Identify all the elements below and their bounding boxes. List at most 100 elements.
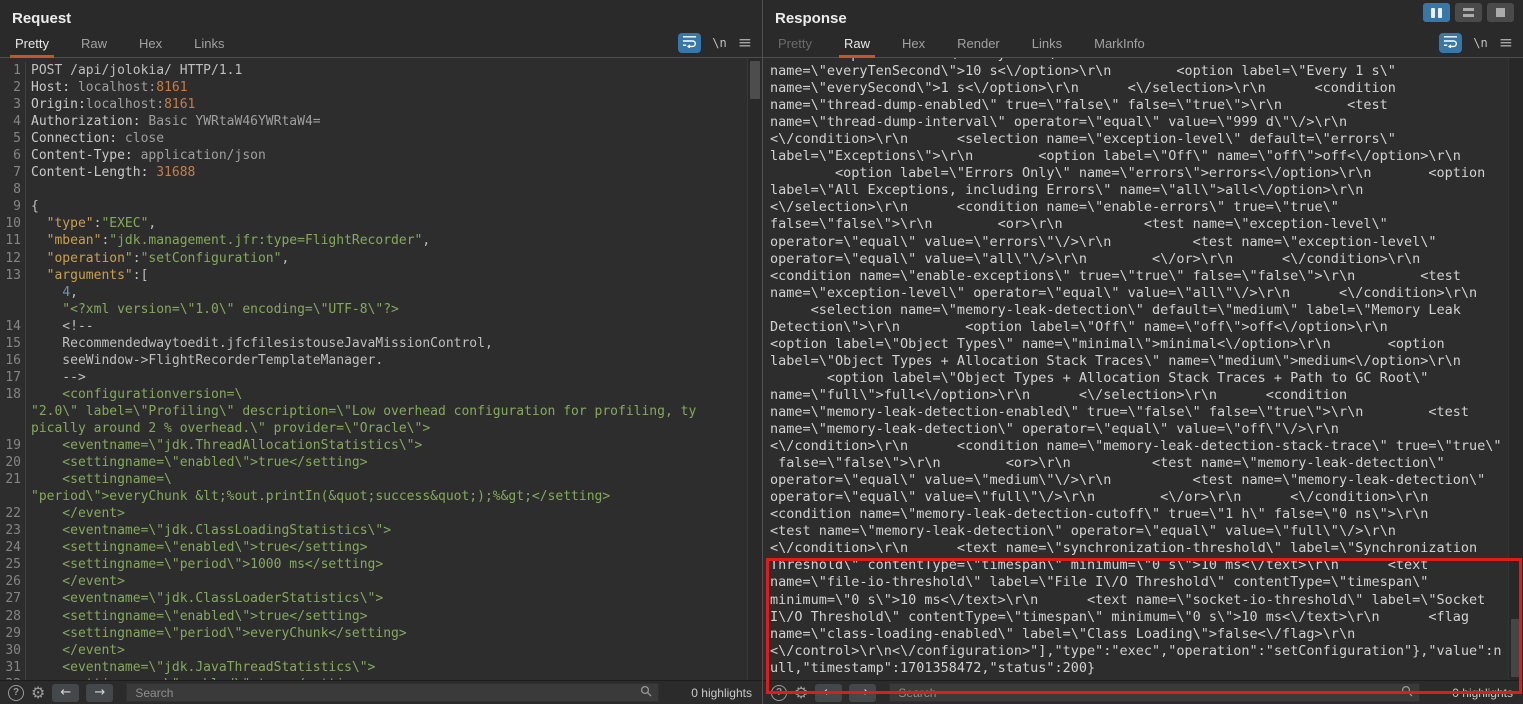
response-code-row[interactable]: <\/control>\r\n<\/configuration>"],"type… bbox=[770, 643, 1507, 660]
response-code-row[interactable]: operator=\"equal\" value=\"all\"\/>\r\n … bbox=[770, 251, 1507, 268]
request-code-row[interactable]: 30 </event> bbox=[0, 642, 762, 659]
response-code-row[interactable]: operator=\"equal\" value=\"errors\"\/>\r… bbox=[770, 234, 1507, 251]
request-code-row[interactable]: "2.0\" label=\"Profiling\" description=\… bbox=[0, 403, 762, 420]
response-code-row[interactable]: <selection name=\"memory-leak-detection\… bbox=[770, 302, 1507, 319]
tab-raw[interactable]: Raw bbox=[76, 36, 112, 57]
response-code-row[interactable]: <condition name=\"enable-exceptions\" tr… bbox=[770, 268, 1507, 285]
request-code-row[interactable]: 6Content-Type: application/json bbox=[0, 147, 762, 164]
request-code-row[interactable]: 2Host: localhost:8161 bbox=[0, 79, 762, 96]
request-code-row[interactable]: 16 seeWindow->FlightRecorderTemplateMana… bbox=[0, 352, 762, 369]
request-code-row[interactable]: 29 <settingname=\"period\">everyChunk</s… bbox=[0, 625, 762, 642]
request-code-row[interactable]: "<?xml version=\"1.0\" encoding=\"UTF-8\… bbox=[0, 301, 762, 318]
response-code-row[interactable]: Threshold\" contentType=\"timespan\" min… bbox=[770, 557, 1507, 574]
request-code-row[interactable]: 7Content-Length: 31688 bbox=[0, 164, 762, 181]
response-code-row[interactable]: name=\"thread-dump-enabled\" true=\"fals… bbox=[770, 97, 1507, 114]
request-code-row[interactable]: 8 bbox=[0, 181, 762, 198]
response-code-row[interactable]: false=\"false\">\r\n <or>\r\n <test name… bbox=[770, 216, 1507, 233]
response-search-input[interactable] bbox=[896, 685, 1401, 701]
show-newlines-toggle[interactable]: \n bbox=[712, 36, 726, 50]
show-newlines-toggle[interactable]: \n bbox=[1473, 36, 1487, 50]
response-code-row[interactable]: <option label=\"Object Types\" name=\"mi… bbox=[770, 336, 1507, 353]
response-code-row[interactable]: <\/selection>\r\n <condition name=\"enab… bbox=[770, 199, 1507, 216]
layout-single-button[interactable] bbox=[1487, 3, 1514, 22]
response-code-row[interactable]: name=\"everySecond\">1 s<\/option>\r\n <… bbox=[770, 80, 1507, 97]
tab-pretty[interactable]: Pretty bbox=[773, 36, 817, 57]
tab-render[interactable]: Render bbox=[952, 36, 1005, 57]
response-code-row[interactable]: operator=\"equal\" value=\"medium\"\/>\r… bbox=[770, 472, 1507, 489]
gear-icon[interactable]: ⚙ bbox=[31, 685, 45, 701]
layout-columns-button[interactable] bbox=[1423, 3, 1450, 22]
response-code-row[interactable]: label=\"Exceptions\">\r\n <option label=… bbox=[770, 148, 1507, 165]
response-code-row[interactable]: minimum=\"0 s\">10 ms<\/text>\r\n <text … bbox=[770, 592, 1507, 609]
response-scrollbar-thumb[interactable] bbox=[1511, 619, 1521, 677]
request-code-row[interactable]: 3Origin:localhost:8161 bbox=[0, 96, 762, 113]
response-code-row[interactable]: name=\"everyTenSecond\">10 s<\/option>\r… bbox=[770, 63, 1507, 80]
prev-match-button[interactable]: ← bbox=[815, 684, 842, 702]
response-code-row[interactable]: name=\"full\">full<\/option>\r\n <\/sele… bbox=[770, 387, 1507, 404]
help-icon[interactable]: ? bbox=[8, 685, 24, 701]
request-scrollbar-thumb[interactable] bbox=[750, 61, 760, 99]
response-code-row[interactable]: false=\"false\">\r\n <or>\r\n <test name… bbox=[770, 455, 1507, 472]
request-code-row[interactable]: 25 <settingname=\"period\">1000 ms</sett… bbox=[0, 556, 762, 573]
request-code-row[interactable]: 21 <settingname=\ bbox=[0, 471, 762, 488]
response-code-row[interactable]: name=\"exception-level\" operator=\"equa… bbox=[770, 285, 1507, 302]
layout-rows-button[interactable] bbox=[1455, 3, 1482, 22]
response-code-row[interactable]: <\/condition>\r\n <selection name=\"exce… bbox=[770, 131, 1507, 148]
tab-pretty[interactable]: Pretty bbox=[10, 36, 54, 57]
tab-markinfo[interactable]: MarkInfo bbox=[1089, 36, 1150, 57]
gear-icon[interactable]: ⚙ bbox=[794, 685, 808, 701]
prev-match-button[interactable]: ← bbox=[52, 684, 79, 702]
request-scrollbar[interactable] bbox=[747, 58, 762, 680]
tab-raw[interactable]: Raw bbox=[839, 36, 875, 57]
request-code-row[interactable]: 27 <eventname=\"jdk.ClassLoaderStatistic… bbox=[0, 590, 762, 607]
word-wrap-toggle[interactable] bbox=[1439, 33, 1462, 53]
tab-hex[interactable]: Hex bbox=[897, 36, 930, 57]
request-code-row[interactable]: 12 "operation":"setConfiguration", bbox=[0, 250, 762, 267]
response-editor[interactable]: <option label=\"Every 10 s\"name=\"every… bbox=[763, 58, 1523, 680]
request-code-row[interactable]: 5Connection: close bbox=[0, 130, 762, 147]
request-code-row[interactable]: 24 <settingname=\"enabled\">true</settin… bbox=[0, 539, 762, 556]
next-match-button[interactable]: → bbox=[86, 684, 113, 702]
request-code-row[interactable]: 32 <settingname=\"enabled\">true</settin… bbox=[0, 676, 762, 680]
request-code-row[interactable]: 20 <settingname=\"enabled\">true</settin… bbox=[0, 454, 762, 471]
request-code-row[interactable]: 31 <eventname=\"jdk.JavaThreadStatistics… bbox=[0, 659, 762, 676]
request-code-row[interactable]: 23 <eventname=\"jdk.ClassLoadingStatisti… bbox=[0, 522, 762, 539]
response-code-row[interactable]: name=\"memory-leak-detection\" operator=… bbox=[770, 421, 1507, 438]
tab-links[interactable]: Links bbox=[1027, 36, 1067, 57]
request-code-row[interactable]: pically around 2 % overhead.\" provider=… bbox=[0, 420, 762, 437]
response-code-row[interactable]: <test name=\"memory-leak-detection\" ope… bbox=[770, 523, 1507, 540]
request-code-row[interactable]: 4Authorization: Basic YWRtaW46YWRtaW4= bbox=[0, 113, 762, 130]
request-code-row[interactable]: 10 "type":"EXEC", bbox=[0, 215, 762, 232]
response-code-row[interactable]: name=\"class-loading-enabled\" label=\"C… bbox=[770, 626, 1507, 643]
request-code-row[interactable]: 28 <settingname=\"enabled\">true</settin… bbox=[0, 608, 762, 625]
word-wrap-toggle[interactable] bbox=[678, 33, 701, 53]
response-code-row[interactable]: I\/O Threshold\" contentType=\"timespan\… bbox=[770, 609, 1507, 626]
response-code-row[interactable]: Detection\">\r\n <option label=\"Off\" n… bbox=[770, 319, 1507, 336]
request-search-input[interactable] bbox=[133, 685, 640, 701]
request-code-row[interactable]: 22 </event> bbox=[0, 505, 762, 522]
response-code-row[interactable]: <\/condition>\r\n <text name=\"synchroni… bbox=[770, 540, 1507, 557]
response-code-row[interactable]: <\/condition>\r\n <condition name=\"memo… bbox=[770, 438, 1507, 455]
help-icon[interactable]: ? bbox=[771, 685, 787, 701]
request-code-row[interactable]: 14 <!-- bbox=[0, 318, 762, 335]
request-editor[interactable]: 1POST /api/jolokia/ HTTP/1.12Host: local… bbox=[0, 58, 762, 680]
tab-hex[interactable]: Hex bbox=[134, 36, 167, 57]
response-code-row[interactable]: label=\"All Exceptions, including Errors… bbox=[770, 182, 1507, 199]
editor-menu-icon[interactable]: ≡ bbox=[738, 36, 752, 50]
request-code-row[interactable]: 9{ bbox=[0, 198, 762, 215]
request-code-row[interactable]: 17 --> bbox=[0, 369, 762, 386]
response-code-row[interactable]: label=\"Object Types + Allocation Stack … bbox=[770, 353, 1507, 370]
request-code-row[interactable]: "period\">everyChunk &lt;%out.printIn(&q… bbox=[0, 488, 762, 505]
response-code-row[interactable]: <option label=\"Errors Only\" name=\"err… bbox=[770, 165, 1507, 182]
request-code-row[interactable]: 26 </event> bbox=[0, 573, 762, 590]
response-code-row[interactable]: operator=\"equal\" value=\"full\"\/>\r\n… bbox=[770, 489, 1507, 506]
request-code-row[interactable]: 13 "arguments":[ bbox=[0, 267, 762, 284]
next-match-button[interactable]: → bbox=[849, 684, 876, 702]
request-code-row[interactable]: 4, bbox=[0, 284, 762, 301]
request-code-row[interactable]: 19 <eventname=\"jdk.ThreadAllocationStat… bbox=[0, 437, 762, 454]
request-code-row[interactable]: 15 Recommendedwaytoedit.jfcfilesistouseJ… bbox=[0, 335, 762, 352]
response-code-row[interactable]: <condition name=\"memory-leak-detection-… bbox=[770, 506, 1507, 523]
request-code-row[interactable]: 1POST /api/jolokia/ HTTP/1.1 bbox=[0, 62, 762, 79]
request-code-row[interactable]: 18 <configurationversion=\ bbox=[0, 386, 762, 403]
editor-menu-icon[interactable]: ≡ bbox=[1499, 36, 1513, 50]
